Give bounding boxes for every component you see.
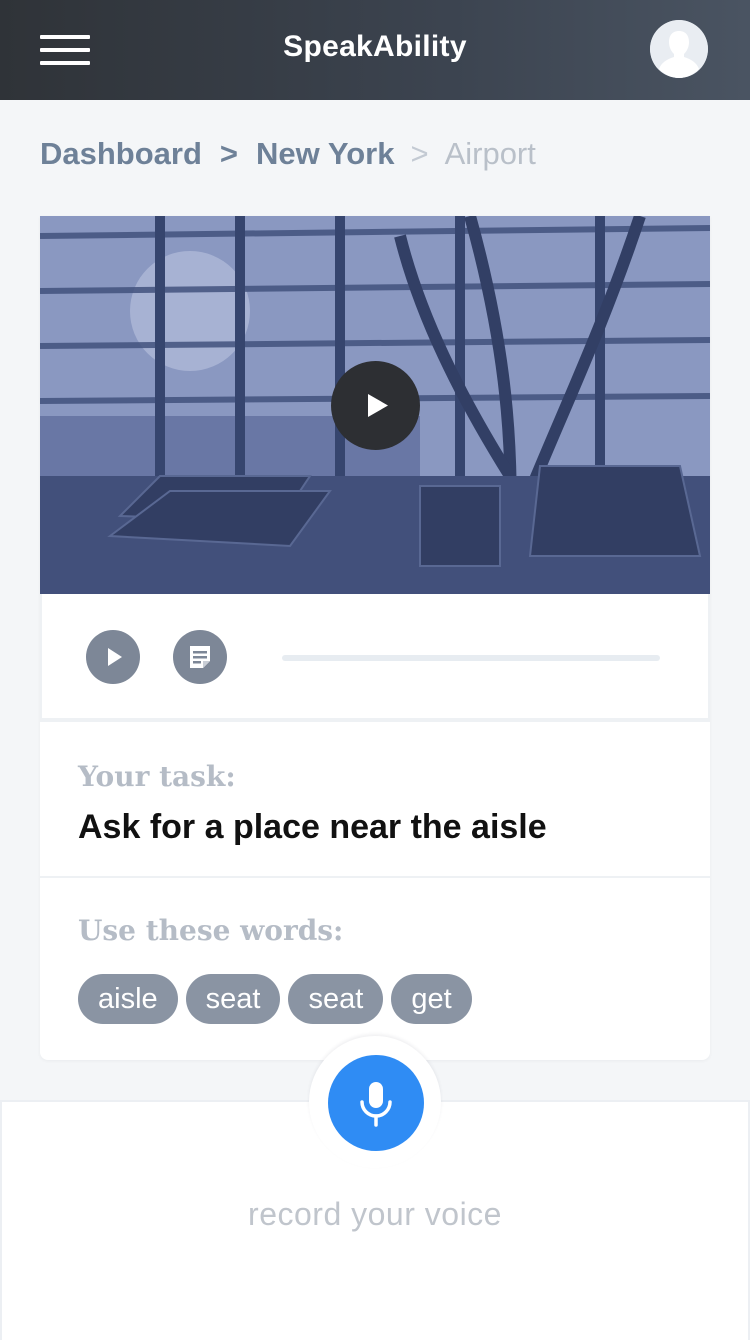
audio-play-button[interactable] (86, 630, 140, 684)
record-button[interactable] (328, 1055, 424, 1151)
words-section: Use these words: aisle seat seat get (40, 876, 710, 1060)
word-chip[interactable]: seat (185, 974, 281, 1024)
breadcrumb-new-york[interactable]: New York (256, 136, 394, 172)
play-icon (368, 394, 388, 417)
play-icon (108, 648, 122, 666)
audio-controls (40, 594, 710, 720)
app-title: SpeakAbility (283, 30, 467, 63)
task-label: Your task: (78, 760, 236, 793)
words-label: Use these words: (78, 914, 344, 947)
notes-icon (190, 646, 210, 668)
top-bar: SpeakAbility (0, 0, 750, 100)
microphone-icon (360, 1082, 392, 1127)
lesson-card: Your task: Ask for a place near the aisl… (40, 216, 710, 1060)
word-chip[interactable]: seat (288, 974, 384, 1024)
user-avatar-icon[interactable] (650, 20, 708, 78)
word-chip[interactable]: aisle (78, 974, 178, 1024)
video-play-button[interactable] (331, 361, 420, 450)
breadcrumb-dashboard[interactable]: Dashboard (40, 136, 202, 172)
audio-progress-bar[interactable] (282, 655, 660, 661)
word-chips: aisle seat seat get (78, 974, 480, 1024)
breadcrumb-separator: > (410, 135, 429, 171)
transcript-button[interactable] (173, 630, 227, 684)
task-section: Your task: Ask for a place near the aisl… (40, 720, 710, 876)
task-text: Ask for a place near the aisle (78, 808, 547, 846)
video-player[interactable] (40, 216, 710, 594)
record-voice-label: record your voice (248, 1196, 502, 1232)
breadcrumb-airport: Airport (444, 135, 536, 171)
word-chip[interactable]: get (391, 974, 472, 1024)
breadcrumb-separator: > (219, 135, 239, 171)
breadcrumb: Dashboard > New York > Airport (40, 134, 536, 174)
